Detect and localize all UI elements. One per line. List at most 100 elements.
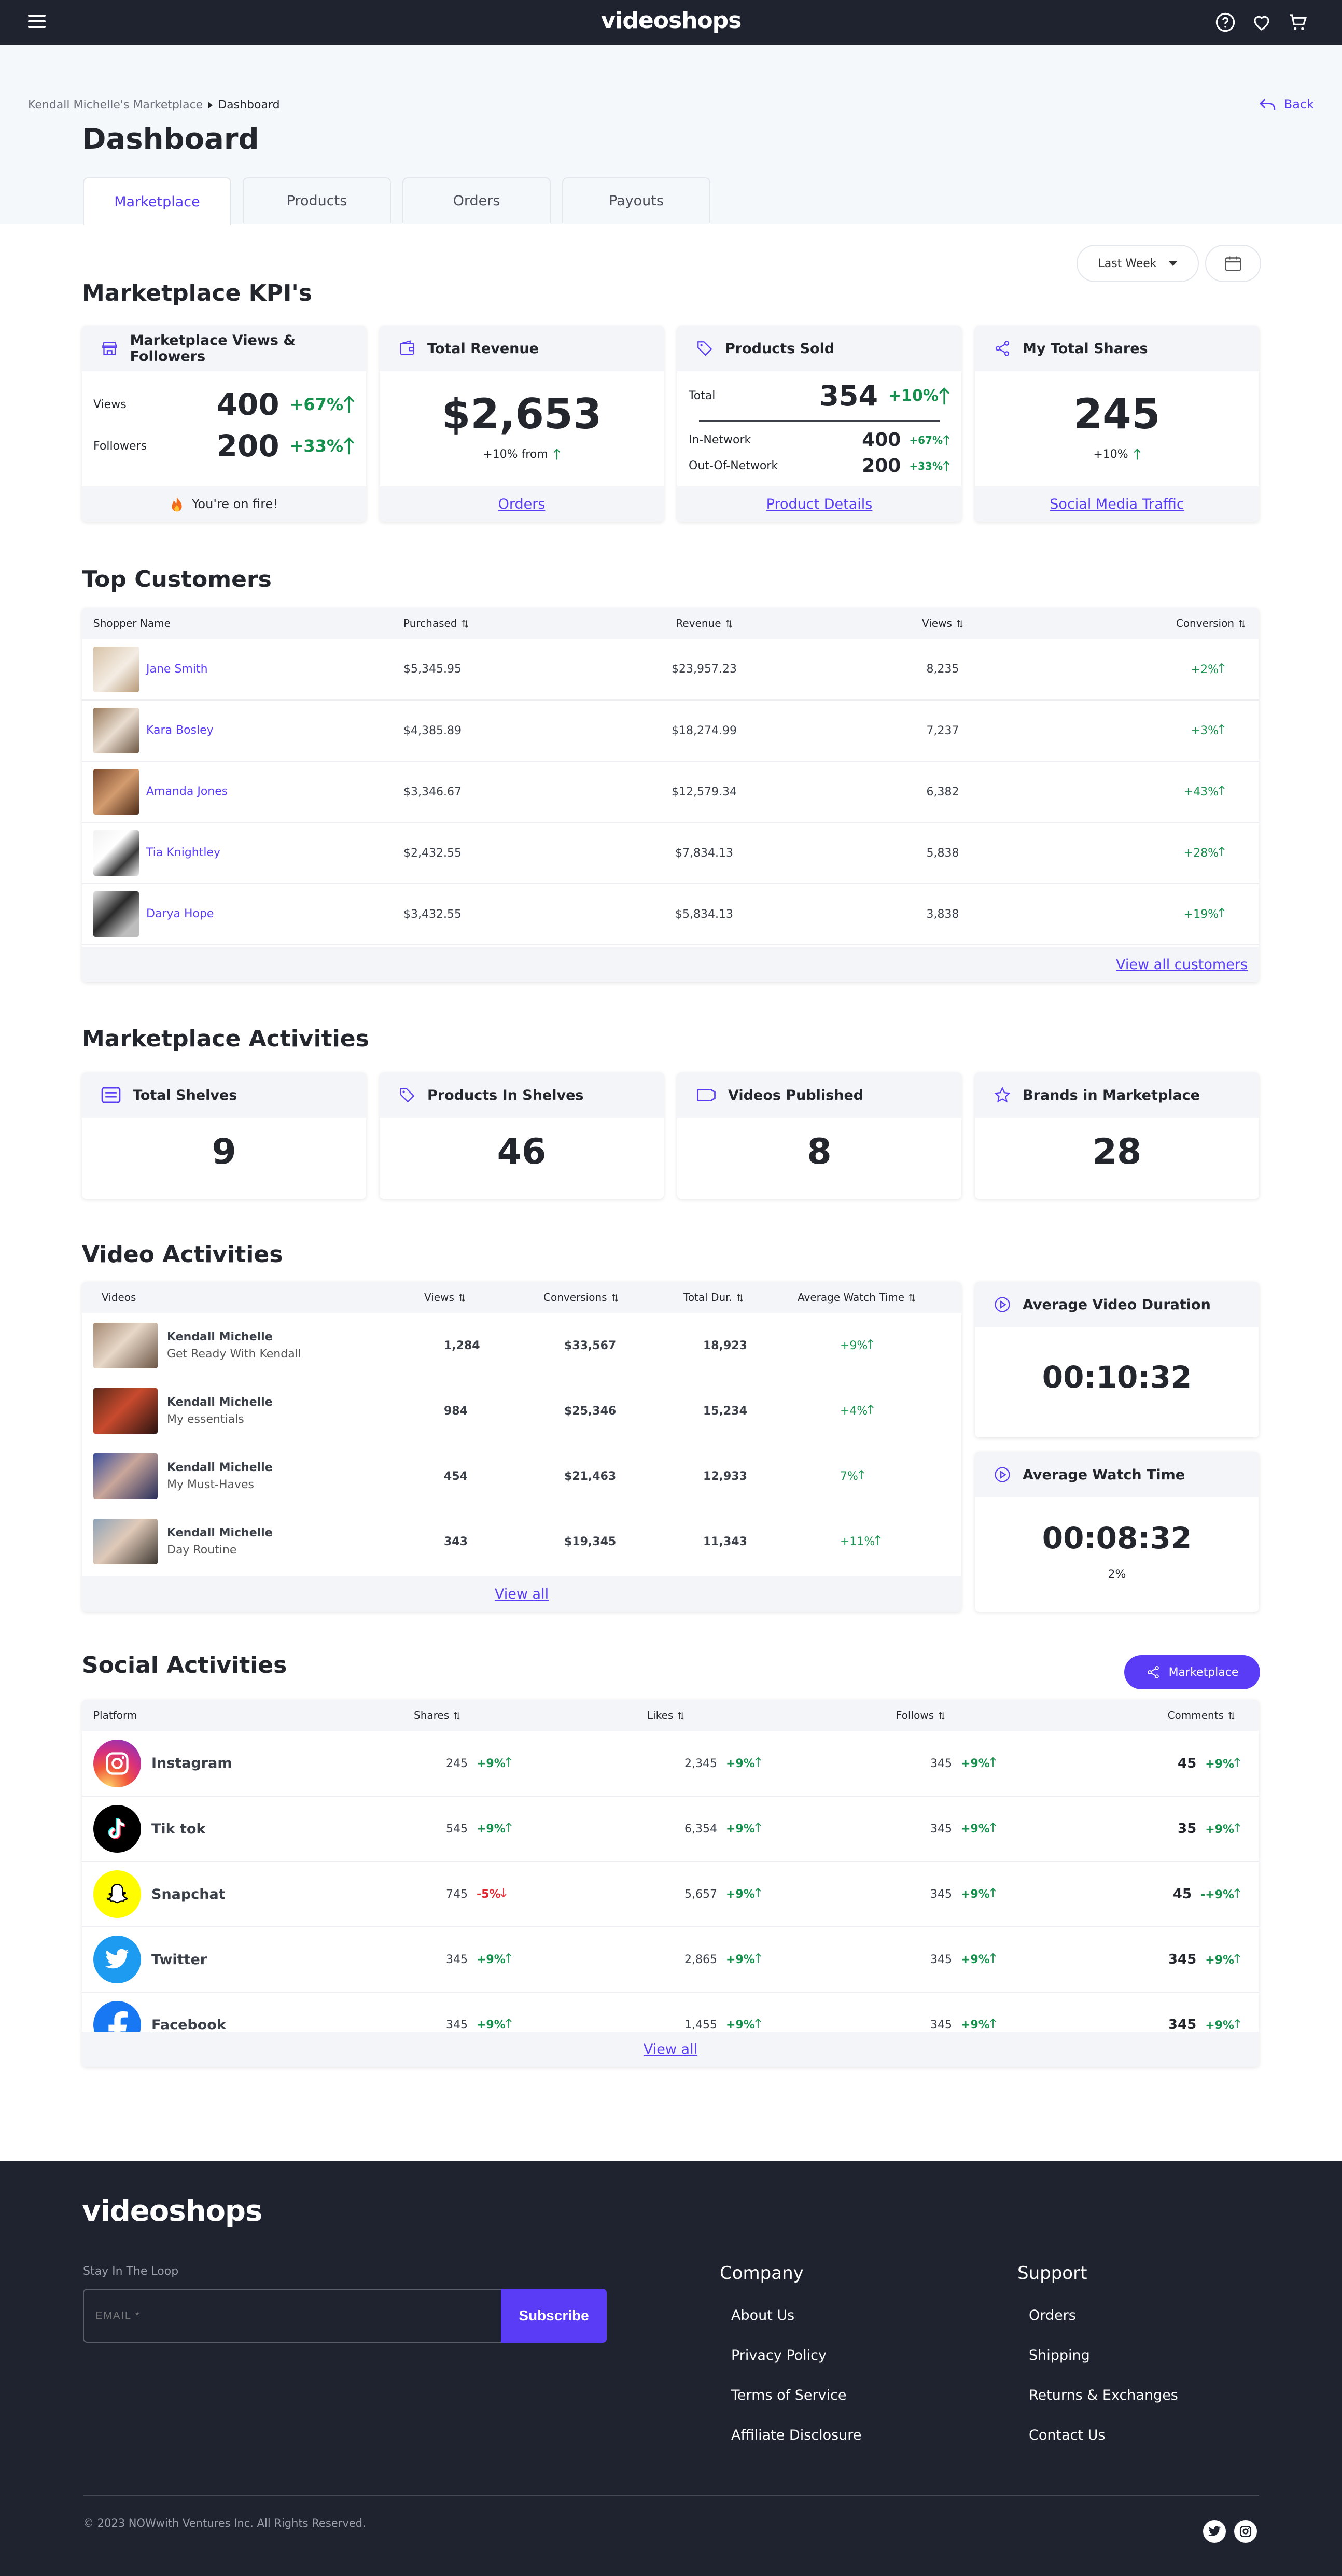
table-row[interactable]: Darya Hope $3,432.55 $5,834.13 3,838 +19… bbox=[82, 884, 1259, 945]
video-thumbnail[interactable] bbox=[93, 1323, 158, 1368]
customer-name[interactable]: Tia Knightley bbox=[146, 846, 220, 859]
video-row[interactable]: Kendall Michelle Day Routine 343 $19,345 … bbox=[82, 1509, 961, 1574]
card-header: Products Sold bbox=[677, 326, 961, 371]
avatar bbox=[93, 769, 139, 815]
col-views[interactable]: Views bbox=[839, 608, 1046, 639]
help-icon[interactable] bbox=[1214, 11, 1236, 33]
page-title: Dashboard bbox=[82, 122, 259, 156]
brands-value: 28 bbox=[1092, 1131, 1142, 1172]
col-views-label: Views bbox=[922, 617, 952, 629]
footer-logo[interactable]: videoshops bbox=[82, 2194, 262, 2228]
logo[interactable]: videoshops bbox=[0, 7, 1342, 34]
video-thumbnail[interactable] bbox=[93, 1388, 158, 1434]
view-all-social-link[interactable]: View all bbox=[644, 2041, 697, 2057]
col-follows[interactable]: Follows bbox=[896, 1700, 1114, 1731]
card-footer: Orders bbox=[380, 486, 664, 522]
back-button[interactable]: Back bbox=[1259, 96, 1314, 112]
follows-cell: 345 bbox=[930, 1823, 952, 1836]
col-shares[interactable]: Shares bbox=[414, 1700, 647, 1731]
col-conversion[interactable]: Conversion bbox=[1046, 608, 1259, 639]
video-thumbnail[interactable] bbox=[93, 1453, 158, 1499]
customer-name[interactable]: Jane Smith bbox=[146, 663, 208, 676]
tab-payouts[interactable]: Payouts bbox=[562, 177, 710, 223]
subscribe-button[interactable]: Subscribe bbox=[501, 2289, 607, 2343]
table-row[interactable]: Kara Bosley $4,385.89 $18,274.99 7,237 +… bbox=[82, 700, 1259, 761]
tab-orders[interactable]: Orders bbox=[402, 177, 551, 223]
arrow-up-icon bbox=[990, 1757, 996, 1767]
view-all-videos-link[interactable]: View all bbox=[495, 1586, 549, 1602]
col-revenue-label: Revenue bbox=[676, 617, 721, 629]
privacy-policy-link[interactable]: Privacy Policy bbox=[731, 2347, 861, 2363]
follows-change: +9% bbox=[961, 1823, 990, 1836]
card-title: Average Video Duration bbox=[1023, 1296, 1211, 1313]
table-row[interactable]: Tia Knightley $2,432.55 $7,834.13 5,838 … bbox=[82, 822, 1259, 884]
contact-us-link[interactable]: Contact Us bbox=[1029, 2427, 1178, 2443]
customer-name[interactable]: Amanda Jones bbox=[146, 785, 228, 798]
avg-watch-time-card: Average Watch Time 00:08:32 2% bbox=[975, 1452, 1259, 1612]
likes-cell: 1,455 bbox=[684, 2019, 717, 2032]
affiliate-disclosure-link[interactable]: Affiliate Disclosure bbox=[731, 2427, 861, 2443]
product-details-link[interactable]: Product Details bbox=[766, 496, 873, 512]
returns-link[interactable]: Returns & Exchanges bbox=[1029, 2387, 1178, 2403]
follows-cell: 345 bbox=[930, 2019, 952, 2032]
col-conversions[interactable]: Conversions bbox=[543, 1282, 683, 1313]
video-row[interactable]: Kendall Michelle My essentials 984 $25,34… bbox=[82, 1378, 961, 1444]
col-revenue[interactable]: Revenue bbox=[569, 608, 839, 639]
col-purchased[interactable]: Purchased bbox=[403, 608, 569, 639]
marketplace-share-button[interactable]: Marketplace bbox=[1124, 1655, 1260, 1689]
social-row-snapchat[interactable]: Snapchat 745 -5% 5,657 +9% 345 +9% 45 -+… bbox=[82, 1861, 1259, 1927]
col-comments[interactable]: Comments bbox=[1114, 1700, 1259, 1731]
footer-instagram-icon[interactable] bbox=[1234, 2520, 1257, 2543]
orders-link[interactable]: Orders bbox=[498, 496, 546, 512]
star-icon bbox=[994, 1086, 1011, 1103]
col-likes[interactable]: Likes bbox=[647, 1700, 896, 1731]
top-bar: videoshops bbox=[0, 0, 1342, 45]
social-row-instagram[interactable]: Instagram 245 +9% 2,345 +9% 345 +9% 45 +… bbox=[82, 1731, 1259, 1796]
shipping-link[interactable]: Shipping bbox=[1029, 2347, 1178, 2363]
share-icon bbox=[995, 341, 1010, 356]
view-all-customers-link[interactable]: View all customers bbox=[1116, 957, 1248, 973]
customer-name[interactable]: Kara Bosley bbox=[146, 724, 214, 737]
breadcrumb-parent[interactable]: Kendall Michelle's Marketplace bbox=[28, 99, 203, 111]
conversion-cell: +19% bbox=[1183, 908, 1219, 921]
heart-icon[interactable] bbox=[1251, 11, 1273, 33]
col-total-duration[interactable]: Total Dur. bbox=[683, 1282, 798, 1313]
orders-link[interactable]: Orders bbox=[1029, 2307, 1178, 2323]
col-views[interactable]: Views bbox=[424, 1282, 543, 1313]
social-row-tiktok[interactable]: Tik tok 545 +9% 6,354 +9% 345 +9% 35 +9% bbox=[82, 1796, 1259, 1861]
calendar-button[interactable] bbox=[1205, 245, 1261, 282]
social-row-twitter[interactable]: Twitter 345 +9% 2,865 +9% 345 +9% 345 +9… bbox=[82, 1927, 1259, 1992]
likes-cell: 2,865 bbox=[684, 1953, 717, 1966]
arrow-up-icon bbox=[553, 449, 561, 460]
col-likes-label: Likes bbox=[647, 1709, 674, 1721]
avg-video-duration-card: Average Video Duration 00:10:32 bbox=[975, 1282, 1259, 1437]
revenue-cell: $12,579.34 bbox=[672, 785, 737, 799]
footer-twitter-icon[interactable] bbox=[1203, 2520, 1226, 2543]
sort-icon bbox=[939, 1712, 945, 1720]
newsletter-label: Stay In The Loop bbox=[83, 2265, 179, 2278]
social-media-traffic-link[interactable]: Social Media Traffic bbox=[1050, 496, 1184, 512]
about-us-link[interactable]: About Us bbox=[731, 2307, 861, 2323]
tab-marketplace[interactable]: Marketplace bbox=[83, 177, 231, 225]
copyright: © 2023 NOWwith Ventures Inc. All Rights … bbox=[83, 2517, 366, 2529]
tab-products[interactable]: Products bbox=[243, 177, 391, 223]
shares-cell: 345 bbox=[446, 2019, 468, 2032]
video-thumbnail[interactable] bbox=[93, 1519, 158, 1564]
col-average-watch-time[interactable]: Average Watch Time bbox=[798, 1282, 961, 1313]
out-network-row: Out-Of-Network 200 +33% bbox=[689, 455, 950, 477]
video-row[interactable]: Kendall Michelle Get Ready With Kendall 1… bbox=[82, 1313, 961, 1378]
email-field[interactable] bbox=[83, 2289, 502, 2343]
views-cell: 1,284 bbox=[444, 1339, 480, 1352]
cart-icon[interactable] bbox=[1287, 11, 1309, 33]
avatar bbox=[93, 830, 139, 876]
terms-of-service-link[interactable]: Terms of Service bbox=[731, 2387, 861, 2403]
period-dropdown[interactable]: Last Week bbox=[1077, 245, 1199, 282]
card-title: My Total Shares bbox=[1023, 340, 1148, 357]
comments-change: +9% bbox=[1205, 1954, 1234, 1967]
table-row[interactable]: Jane Smith $5,345.95 $23,957.23 8,235 +2… bbox=[82, 639, 1259, 700]
video-row[interactable]: Kendall Michelle My Must-Haves 454 $21,46… bbox=[82, 1444, 961, 1509]
sort-icon bbox=[454, 1712, 460, 1720]
total-label: Total bbox=[689, 389, 716, 402]
table-row[interactable]: Amanda Jones $3,346.67 $12,579.34 6,382 … bbox=[82, 761, 1259, 822]
customer-name[interactable]: Darya Hope bbox=[146, 907, 214, 920]
